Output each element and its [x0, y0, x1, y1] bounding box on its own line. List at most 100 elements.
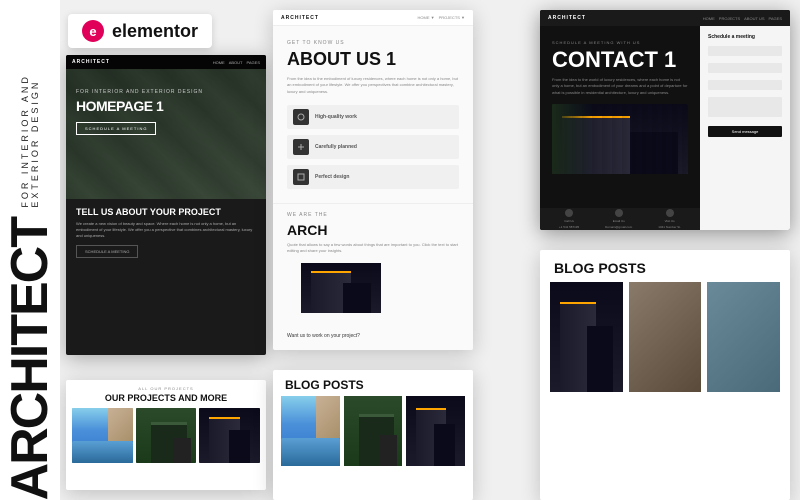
blog-right-thumb-1	[550, 282, 623, 392]
contact-nav-link-3: ABOUT US	[744, 16, 764, 21]
blog-right-images	[540, 282, 790, 392]
contact-nav-link-1: HOME	[703, 16, 715, 21]
about-title: ABOUT US 1	[273, 50, 473, 70]
about-label: GET TO KNOW US	[273, 26, 473, 50]
elementor-badge[interactable]: e elementor	[68, 14, 212, 48]
about-nav-link-1: HOME ▼	[418, 15, 435, 20]
contact-building-image	[552, 104, 688, 174]
about-text: From the idea to the embodiment of luxur…	[273, 70, 473, 101]
left-sidebar: FOR INTERIOR AND EXTERIOR DESIGN ARCHITE…	[0, 0, 60, 500]
about-features: High-quality work Carefully planned	[273, 101, 473, 199]
contact-left: SCHEDULE A MEETING WITH US CONTACT 1 Fro…	[540, 26, 700, 230]
footer-phone-value: +1 541 587195	[559, 225, 579, 229]
contact-field-name[interactable]	[708, 46, 782, 56]
homepage-hero: FOR INTERIOR AND EXTERIOR DESIGN HOMEPAG…	[66, 69, 266, 199]
sidebar-title: ARCHITECT	[4, 218, 56, 500]
work-project-text: Want us to work on your project?	[273, 329, 473, 347]
sidebar-subtitle: FOR INTERIOR AND EXTERIOR DESIGN	[20, 0, 40, 208]
contact-nav-links: HOME PROJECTS ABOUT US PAGES	[703, 16, 782, 21]
about-nav-link-2: PROJECTS ▼	[439, 15, 465, 20]
footer-email-value: Domain@gmail.com	[605, 225, 632, 229]
homepage-nav-link-1: HOME	[213, 60, 225, 65]
panels-container: ARCHITECT HOME ABOUT PAGES FOR INTERIOR …	[58, 0, 800, 500]
projects-heading: OUR PROJECTS AND MORE	[66, 393, 266, 403]
homepage-nav: ARCHITECT HOME ABOUT PAGES	[66, 55, 266, 69]
email-icon	[615, 209, 623, 217]
panel-contact: ARCHITECT HOME PROJECTS ABOUT US PAGES S…	[540, 10, 790, 230]
contact-field-subject[interactable]	[708, 80, 782, 90]
elementor-label: elementor	[112, 21, 198, 42]
feature-icon-3	[293, 169, 309, 185]
contact-footer-phone: Call Us +1 541 587195	[559, 209, 579, 229]
main-content: e elementor ARCHITECT HOME ABOUT PAGES F…	[58, 0, 800, 500]
panel-projects-bottom: ALL OUR PROJECTS OUR PROJECTS AND MORE	[66, 380, 266, 490]
projects-label: ALL OUR PROJECTS	[66, 380, 266, 393]
homepage-section-btn[interactable]: SCHEDULE A MEETING	[76, 245, 138, 258]
contact-form-label: Schedule a meeting	[708, 34, 782, 40]
panel-about: ARCHITECT HOME ▼ PROJECTS ▼ GET TO KNOW …	[273, 10, 473, 350]
contact-footer-email: Email Us Domain@gmail.com	[605, 209, 632, 229]
feature-item-2: Carefully planned	[287, 135, 459, 159]
homepage-hero-subtitle: FOR INTERIOR AND EXTERIOR DESIGN	[76, 89, 256, 95]
blog-right-thumb-2	[629, 282, 702, 392]
contact-form: Schedule a meeting Send message	[700, 26, 790, 230]
arch-text: Quote that allows to say a few words abo…	[287, 242, 459, 255]
about-arch-section: WE ARE THE ARCH Quote that allows to say…	[273, 203, 473, 329]
homepage-nav-link-2: ABOUT	[229, 60, 243, 65]
contact-nav-logo: ARCHITECT	[548, 15, 586, 21]
blog-center-images	[273, 396, 473, 466]
feature-icon-2	[293, 139, 309, 155]
location-icon	[666, 209, 674, 217]
contact-footer-address: Visit Us 1041 Number St.	[658, 209, 681, 229]
contact-title: CONTACT 1	[552, 49, 688, 71]
contact-nav-link-2: PROJECTS	[719, 16, 740, 21]
projects-thumb-2	[136, 408, 197, 463]
arch-image	[301, 263, 381, 313]
contact-nav-link-4: PAGES	[769, 16, 783, 21]
blog-right-thumb-3	[707, 282, 780, 392]
feature-item-1: High-quality work	[287, 105, 459, 129]
arch-label: WE ARE THE	[287, 212, 459, 218]
contact-schedule-label: SCHEDULE A MEETING WITH US	[552, 40, 688, 45]
blog-center-heading: BLOG POSTS	[273, 370, 473, 396]
arch-title: ARCH	[287, 222, 459, 238]
footer-address-value: 1041 Number St.	[658, 225, 681, 229]
contact-field-email[interactable]	[708, 63, 782, 73]
blog-center-thumb-1	[281, 396, 340, 466]
feature-label-1: High-quality work	[315, 114, 357, 120]
contact-text: From the idea to the world of luxury res…	[552, 77, 688, 96]
contact-footer: Call Us +1 541 587195 Email Us Domain@gm…	[540, 208, 700, 230]
homepage-section-title: TELL US ABOUT YOUR PROJECT	[66, 199, 266, 221]
contact-inner: SCHEDULE A MEETING WITH US CONTACT 1 Fro…	[540, 26, 790, 230]
contact-nav: ARCHITECT HOME PROJECTS ABOUT US PAGES	[540, 10, 790, 26]
projects-thumb-3	[199, 408, 260, 463]
panel-homepage: ARCHITECT HOME ABOUT PAGES FOR INTERIOR …	[66, 55, 266, 355]
elementor-icon: e	[82, 20, 104, 42]
contact-send-btn[interactable]: Send message	[708, 126, 782, 137]
homepage-nav-logo: ARCHITECT	[72, 59, 110, 65]
elementor-letter: e	[89, 24, 96, 39]
contact-field-message[interactable]	[708, 97, 782, 117]
homepage-nav-link-3: PAGES	[247, 60, 261, 65]
footer-address-label: Visit Us	[665, 219, 675, 223]
about-nav-logo: ARCHITECT	[281, 15, 319, 21]
homepage-hero-cta[interactable]: SCHEDULE A MEETING	[76, 122, 156, 135]
homepage-hero-content: FOR INTERIOR AND EXTERIOR DESIGN HOMEPAG…	[66, 69, 266, 145]
homepage-hero-title: HOMEPAGE 1	[76, 99, 256, 114]
projects-images	[66, 408, 266, 463]
homepage-section-text: We create a new vision of beauty and spa…	[66, 221, 266, 239]
blog-center-thumb-2	[344, 396, 403, 466]
feature-item-3: Perfect design	[287, 165, 459, 189]
footer-email-label: Email Us	[613, 219, 625, 223]
about-nav-links: HOME ▼ PROJECTS ▼	[418, 15, 465, 20]
panel-blog-right: BLOG POSTS	[540, 250, 790, 500]
phone-icon	[565, 209, 573, 217]
feature-label-2: Carefully planned	[315, 144, 357, 150]
feature-icon-1	[293, 109, 309, 125]
homepage-nav-links: HOME ABOUT PAGES	[213, 60, 260, 65]
panel-blog-center: BLOG POSTS	[273, 370, 473, 500]
blog-right-heading: BLOG POSTS	[540, 250, 790, 282]
feature-label-3: Perfect design	[315, 174, 349, 180]
blog-center-thumb-3	[406, 396, 465, 466]
projects-thumb-1	[72, 408, 133, 463]
